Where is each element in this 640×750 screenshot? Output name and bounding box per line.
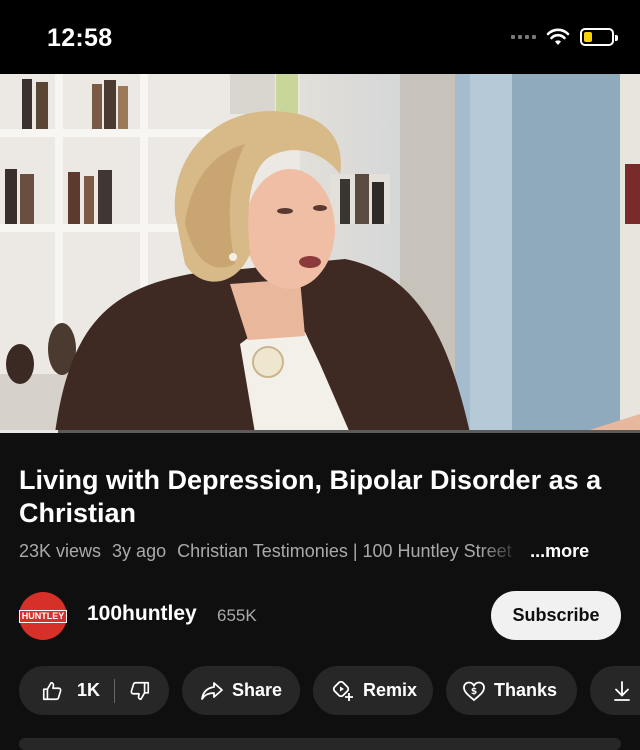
remix-icon — [332, 680, 353, 701]
download-button[interactable] — [590, 666, 640, 715]
like-divider — [114, 678, 116, 703]
thumbs-up-icon[interactable] — [41, 680, 63, 702]
video-meta[interactable]: 23K views 3y ago Christian Testimonies |… — [19, 541, 629, 562]
download-icon — [614, 680, 630, 701]
like-dislike-pill: 1K — [19, 666, 169, 715]
next-section-hint — [19, 738, 621, 750]
upload-age: 3y ago — [112, 541, 167, 561]
channel-logo-text: HUNTLEY — [18, 609, 68, 623]
status-icons — [511, 28, 618, 46]
thanks-heart-dollar-icon: $ — [463, 681, 485, 701]
thanks-label: Thanks — [494, 680, 558, 700]
cellular-signal-icon — [511, 35, 536, 39]
channel-avatar[interactable]: HUNTLEY — [18, 592, 68, 640]
view-count: 23K views — [19, 541, 102, 561]
video-progress-fill — [0, 430, 58, 433]
share-icon — [201, 681, 223, 700]
video-title: Living with Depression, Bipolar Disorder… — [19, 465, 602, 528]
thanks-button[interactable]: $ Thanks — [446, 666, 577, 715]
status-bar: 12:58 — [0, 0, 640, 74]
channel-name[interactable]: 100huntley — [87, 602, 197, 626]
remix-button[interactable]: Remix — [313, 666, 433, 715]
video-frame — [0, 74, 640, 433]
status-time: 12:58 — [47, 24, 113, 52]
share-label: Share — [232, 680, 283, 700]
like-count[interactable]: 1K — [77, 680, 100, 701]
svg-text:$: $ — [471, 687, 477, 697]
subscriber-count: 655K — [217, 606, 257, 625]
share-button[interactable]: Share — [182, 666, 300, 715]
video-progress-bar[interactable] — [0, 430, 640, 433]
thumbs-down-icon[interactable] — [129, 680, 151, 702]
battery-icon — [580, 28, 618, 46]
more-link[interactable]: ...more — [530, 541, 589, 562]
wifi-icon — [546, 28, 570, 45]
video-player[interactable] — [0, 74, 640, 433]
subscribe-button[interactable]: Subscribe — [491, 591, 621, 640]
remix-label: Remix — [363, 680, 418, 700]
description-preview: Christian Testimonies | 100 Huntley Stre… — [177, 541, 512, 561]
